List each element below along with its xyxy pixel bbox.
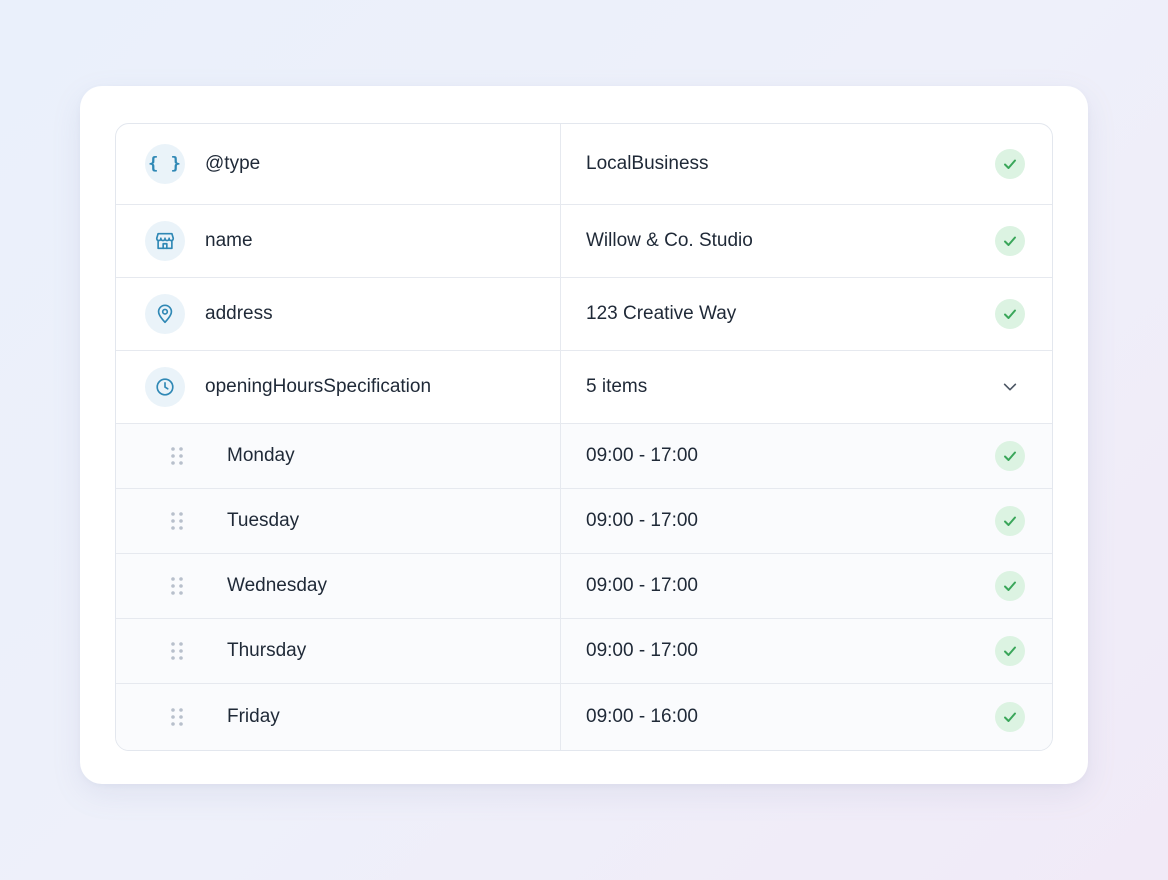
property-key: address — [205, 303, 273, 324]
property-key-cell: openingHoursSpecification — [116, 351, 561, 423]
property-key-cell: { } @type — [116, 124, 561, 204]
drag-handle-icon[interactable] — [170, 576, 184, 596]
property-row-type[interactable]: { } @type LocalBusiness — [116, 124, 1052, 205]
hours-time: 09:00 - 17:00 — [586, 640, 698, 661]
property-key: openingHoursSpecification — [205, 376, 432, 397]
check-icon — [995, 636, 1025, 666]
property-value-cell: LocalBusiness — [561, 124, 1052, 204]
hours-time-cell: 09:00 - 17:00 — [561, 489, 1052, 553]
drag-handle-icon[interactable] — [170, 446, 184, 466]
check-icon — [995, 226, 1025, 256]
hours-row-tuesday[interactable]: Tuesday 09:00 - 17:00 — [116, 489, 1052, 554]
hours-row-friday[interactable]: Friday 09:00 - 16:00 — [116, 684, 1052, 750]
property-key: @type — [205, 153, 261, 174]
hours-day-cell: Friday — [116, 684, 561, 750]
hours-day-cell: Monday — [116, 424, 561, 488]
hours-time-cell: 09:00 - 16:00 — [561, 684, 1052, 750]
chevron-down-icon[interactable] — [1000, 377, 1020, 397]
property-value-cell: Willow & Co. Studio — [561, 205, 1052, 277]
hours-time-cell: 09:00 - 17:00 — [561, 424, 1052, 488]
braces-icon: { } — [145, 144, 185, 184]
schema-card: { } @type LocalBusiness name Willow & Co… — [80, 86, 1088, 784]
hours-day: Monday — [227, 445, 295, 466]
hours-day: Friday — [227, 706, 280, 727]
check-icon — [995, 702, 1025, 732]
property-value: 123 Creative Way — [586, 303, 737, 324]
property-value: Willow & Co. Studio — [586, 230, 753, 251]
drag-handle-icon[interactable] — [170, 641, 184, 661]
hours-row-monday[interactable]: Monday 09:00 - 17:00 — [116, 424, 1052, 489]
hours-row-thursday[interactable]: Thursday 09:00 - 17:00 — [116, 619, 1052, 684]
hours-time: 09:00 - 17:00 — [586, 575, 698, 596]
hours-row-wednesday[interactable]: Wednesday 09:00 - 17:00 — [116, 554, 1052, 619]
schema-table: { } @type LocalBusiness name Willow & Co… — [115, 123, 1053, 751]
property-value-cell: 123 Creative Way — [561, 278, 1052, 350]
map-pin-icon — [145, 294, 185, 334]
drag-handle-icon[interactable] — [170, 707, 184, 727]
hours-day-cell: Wednesday — [116, 554, 561, 618]
check-icon — [995, 149, 1025, 179]
hours-day: Thursday — [227, 640, 307, 661]
hours-time: 09:00 - 16:00 — [586, 706, 698, 727]
storefront-icon — [145, 221, 185, 261]
property-row-opening-hours[interactable]: openingHoursSpecification 5 items — [116, 351, 1052, 424]
check-icon — [995, 571, 1025, 601]
drag-handle-icon[interactable] — [170, 511, 184, 531]
property-row-name[interactable]: name Willow & Co. Studio — [116, 205, 1052, 278]
hours-time-cell: 09:00 - 17:00 — [561, 619, 1052, 683]
property-value-cell: 5 items — [561, 351, 1052, 423]
clock-icon — [145, 367, 185, 407]
hours-day-cell: Tuesday — [116, 489, 561, 553]
check-icon — [995, 506, 1025, 536]
hours-day-cell: Thursday — [116, 619, 561, 683]
hours-time: 09:00 - 17:00 — [586, 445, 698, 466]
property-key: name — [205, 230, 253, 251]
hours-day: Wednesday — [227, 575, 327, 596]
hours-time: 09:00 - 17:00 — [586, 510, 698, 531]
property-value: LocalBusiness — [586, 153, 709, 174]
property-row-address[interactable]: address 123 Creative Way — [116, 278, 1052, 351]
check-icon — [995, 441, 1025, 471]
property-key-cell: name — [116, 205, 561, 277]
hours-time-cell: 09:00 - 17:00 — [561, 554, 1052, 618]
property-key-cell: address — [116, 278, 561, 350]
hours-day: Tuesday — [227, 510, 300, 531]
property-value: 5 items — [586, 376, 648, 397]
check-icon — [995, 299, 1025, 329]
